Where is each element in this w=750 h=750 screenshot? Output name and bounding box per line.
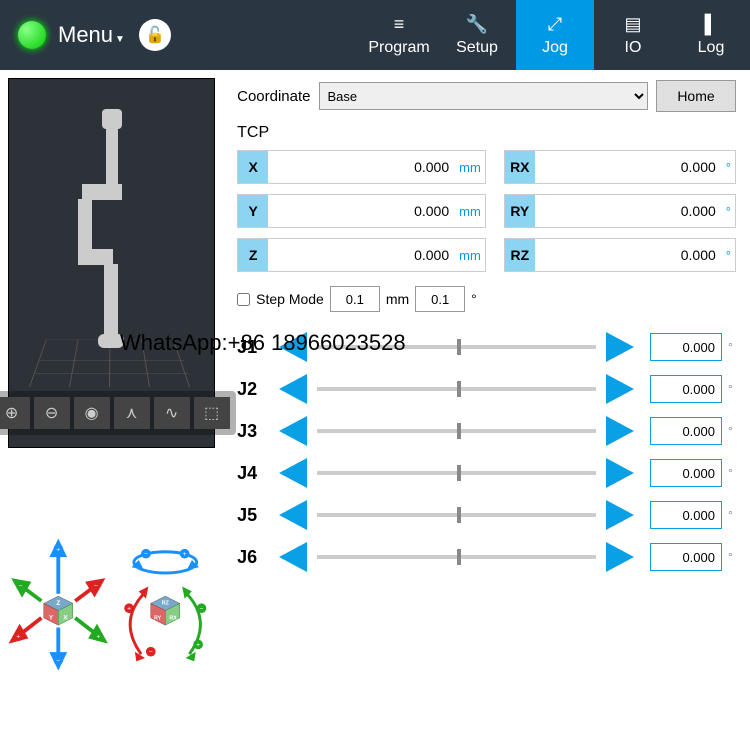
svg-text:+: + [127, 606, 131, 613]
svg-text:RY: RY [154, 615, 162, 621]
j3-value-input[interactable] [650, 417, 722, 445]
tcp-grid: Xmm RX° Ymm RY° Zmm RZ° [237, 150, 736, 272]
svg-text:−: − [94, 582, 98, 589]
j6-plus-button[interactable] [606, 542, 644, 572]
unlock-icon: 🔓 [145, 25, 165, 45]
step-angular-input[interactable] [415, 286, 465, 312]
j4-slider[interactable] [317, 471, 596, 475]
nav-tabs: ≡Program🔧Setup⤢Jog▤IO▌Log [360, 0, 750, 70]
svg-text:Z: Z [56, 600, 60, 607]
j5-plus-button[interactable] [606, 500, 644, 530]
j6-minus-button[interactable] [269, 542, 307, 572]
tcp-field-ry: RY° [504, 194, 736, 228]
step-linear-input[interactable] [330, 286, 380, 312]
tcp-y-input[interactable] [268, 195, 455, 227]
setup-icon: 🔧 [466, 13, 488, 35]
lock-button[interactable]: 🔓 [139, 19, 171, 51]
j3-plus-button[interactable] [606, 416, 644, 446]
j1-value-input[interactable] [650, 333, 722, 361]
home-button[interactable]: Home [656, 80, 736, 112]
coordinate-select[interactable]: Base [319, 82, 648, 110]
joint-row-j6: J6° [237, 536, 736, 578]
menu-button[interactable]: Menu▼ [58, 22, 125, 48]
svg-text:+: + [56, 546, 60, 553]
io-icon: ▤ [624, 13, 641, 35]
j5-value-input[interactable] [650, 501, 722, 529]
zoom-in-button[interactable]: ⊕ [0, 397, 30, 429]
j1-plus-button[interactable] [606, 332, 644, 362]
tcp-label: TCP [237, 124, 736, 142]
svg-text:+: + [96, 634, 100, 641]
j2-value-input[interactable] [650, 375, 722, 403]
tab-setup[interactable]: 🔧Setup [438, 0, 516, 70]
tab-jog[interactable]: ⤢Jog [516, 0, 594, 70]
j5-slider[interactable] [317, 513, 596, 517]
j2-slider[interactable] [317, 387, 596, 391]
j2-plus-button[interactable] [606, 374, 644, 404]
reset-view-button[interactable]: ◉ [74, 397, 110, 429]
tcp-rx-input[interactable] [535, 151, 722, 183]
svg-text:+: + [16, 634, 20, 641]
j4-value-input[interactable] [650, 459, 722, 487]
svg-text:+: + [182, 551, 186, 558]
j4-plus-button[interactable] [606, 458, 644, 488]
j3-slider[interactable] [317, 429, 596, 433]
j1-minus-button[interactable] [269, 332, 307, 362]
tab-log[interactable]: ▌Log [672, 0, 750, 70]
svg-text:X: X [63, 614, 68, 621]
tcp-field-y: Ymm [237, 194, 486, 228]
tcp-field-x: Xmm [237, 150, 486, 184]
j2-minus-button[interactable] [269, 374, 307, 404]
tcp-x-input[interactable] [268, 151, 455, 183]
joint-row-j4: J4° [237, 452, 736, 494]
program-icon: ≡ [394, 13, 405, 35]
rotational-jog-control[interactable]: RZ RY RX − + − + [117, 466, 214, 736]
tcp-rz-input[interactable] [535, 239, 722, 271]
step-mode-checkbox[interactable] [237, 293, 250, 306]
svg-text:−: − [199, 606, 203, 613]
svg-text:RX: RX [169, 615, 177, 621]
tcp-field-z: Zmm [237, 238, 486, 272]
step-mode-label: Step Mode [256, 291, 324, 307]
tcp-z-input[interactable] [268, 239, 455, 271]
jog-diagram: Z Y X + − + − [0, 456, 223, 746]
svg-text:RZ: RZ [161, 600, 169, 606]
joint-row-j3: J3° [237, 410, 736, 452]
3d-viewer[interactable]: ⊕ ⊖ ◉ ⋏ ∿ ⬚ [8, 78, 215, 448]
tab-io[interactable]: ▤IO [594, 0, 672, 70]
jog-icon: ⤢ [548, 13, 562, 35]
path-button[interactable]: ∿ [154, 397, 190, 429]
j3-minus-button[interactable] [269, 416, 307, 446]
tcp-field-rx: RX° [504, 150, 736, 184]
svg-text:−: − [148, 649, 152, 656]
svg-text:−: − [56, 658, 60, 665]
log-icon: ▌ [705, 13, 718, 35]
joint-row-j5: J5° [237, 494, 736, 536]
fit-button[interactable]: ⬚ [194, 397, 230, 429]
svg-text:−: − [144, 551, 148, 558]
linear-jog-control[interactable]: Z Y X + − + − [10, 466, 107, 736]
zoom-out-button[interactable]: ⊖ [34, 397, 70, 429]
j4-minus-button[interactable] [269, 458, 307, 488]
svg-text:−: − [19, 582, 23, 589]
svg-text:+: + [196, 642, 200, 649]
viewer-toolbar: ⊕ ⊖ ◉ ⋏ ∿ ⬚ [0, 391, 236, 435]
status-indicator [18, 21, 46, 49]
app-header: Menu▼ 🔓 ≡Program🔧Setup⤢Jog▤IO▌Log [0, 0, 750, 70]
j6-slider[interactable] [317, 555, 596, 559]
coordinate-label: Coordinate [237, 88, 310, 105]
axes-button[interactable]: ⋏ [114, 397, 150, 429]
joint-row-j1: J1° [237, 326, 736, 368]
tcp-field-rz: RZ° [504, 238, 736, 272]
tcp-ry-input[interactable] [535, 195, 722, 227]
j6-value-input[interactable] [650, 543, 722, 571]
tab-program[interactable]: ≡Program [360, 0, 438, 70]
j1-slider[interactable] [317, 345, 596, 349]
joint-row-j2: J2° [237, 368, 736, 410]
svg-text:Y: Y [49, 614, 54, 621]
joint-controls: J1°J2°J3°J4°J5°J6° [237, 326, 736, 578]
j5-minus-button[interactable] [269, 500, 307, 530]
